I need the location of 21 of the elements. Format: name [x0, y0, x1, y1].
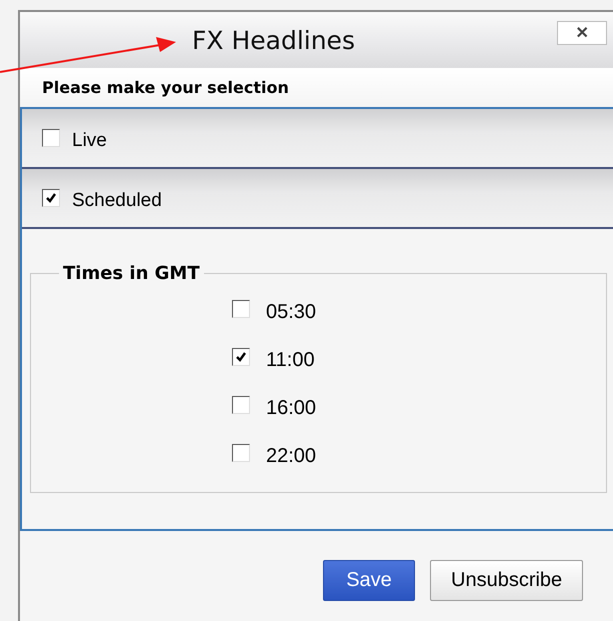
- checkbox[interactable]: [232, 396, 250, 414]
- time-label: 05:30: [266, 300, 316, 324]
- time-label: 11:00: [266, 348, 315, 372]
- option-label: Scheduled: [72, 190, 162, 212]
- group-legend: Times in GMT: [59, 263, 204, 284]
- checkmark-icon: [45, 192, 57, 204]
- unsubscribe-button[interactable]: Unsubscribe: [430, 560, 584, 601]
- checkbox[interactable]: [42, 129, 60, 147]
- window-title: FX Headlines: [192, 26, 355, 54]
- save-button[interactable]: Save: [323, 560, 415, 601]
- checkbox[interactable]: [232, 444, 250, 462]
- option-row[interactable]: Live: [22, 109, 613, 169]
- checkmark-icon: [235, 351, 247, 363]
- checkbox[interactable]: [42, 189, 60, 207]
- checkbox[interactable]: [232, 348, 250, 366]
- checkbox[interactable]: [232, 300, 250, 318]
- time-label: 22:00: [266, 444, 316, 468]
- option-label: Live: [72, 130, 107, 152]
- time-label: 16:00: [266, 396, 316, 420]
- close-button[interactable]: ✕: [557, 21, 607, 45]
- option-row[interactable]: Scheduled: [22, 169, 613, 229]
